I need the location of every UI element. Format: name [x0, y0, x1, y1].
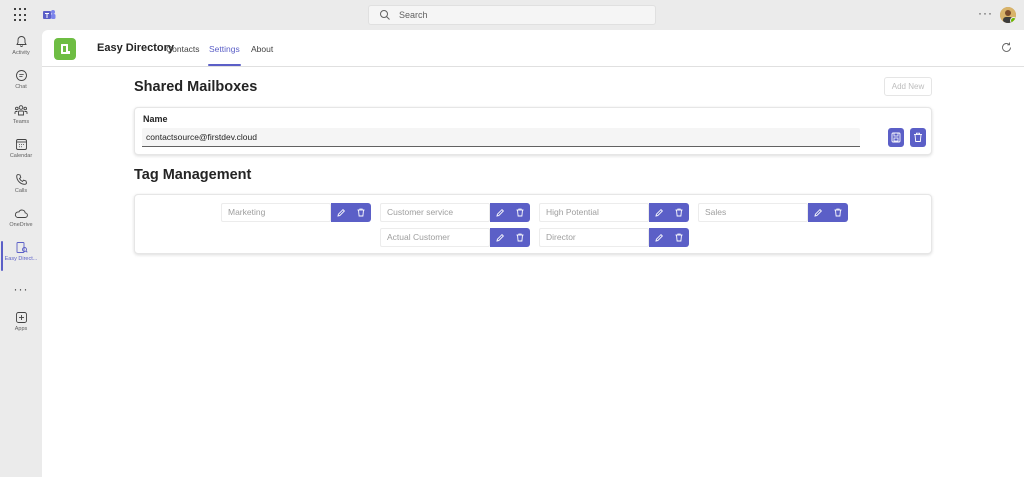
- rail-label: Calendar: [9, 153, 33, 159]
- delete-tag-button[interactable]: [351, 203, 371, 222]
- rail-item-chat[interactable]: Chat: [0, 69, 42, 101]
- search-placeholder: Search: [399, 10, 428, 20]
- more-icon: ···: [13, 282, 29, 296]
- app-logo-icon: [61, 44, 70, 54]
- rail-label: Activity: [12, 50, 30, 56]
- trash-icon: [675, 233, 683, 242]
- calendar-icon: [15, 139, 27, 150]
- name-label: Name: [143, 114, 168, 124]
- edit-tag-button[interactable]: [649, 228, 669, 247]
- rail-label: Easy Direct...: [4, 256, 38, 262]
- app-rail: Activity Chat Teams Calendar Calls OneDr…: [0, 30, 42, 477]
- edit-tag-button[interactable]: [331, 203, 351, 222]
- pencil-icon: [496, 233, 504, 242]
- pencil-icon: [814, 208, 822, 217]
- delete-mailbox-button[interactable]: [910, 128, 926, 147]
- directory-icon: [16, 242, 28, 253]
- pencil-icon: [655, 208, 663, 217]
- tab-about[interactable]: About: [251, 44, 273, 54]
- tag-management-card: Marketing Customer service High Potentia…: [134, 194, 932, 254]
- trash-icon: [516, 233, 524, 242]
- delete-tag-button[interactable]: [510, 203, 530, 222]
- tab-settings[interactable]: Settings: [209, 44, 240, 54]
- rail-label: Teams: [12, 119, 30, 125]
- pencil-icon: [337, 208, 345, 217]
- shared-mailboxes-title: Shared Mailboxes: [134, 79, 258, 95]
- delete-tag-button[interactable]: [669, 228, 689, 247]
- tag-management-title: Tag Management: [134, 167, 252, 183]
- mailbox-name-input[interactable]: [142, 128, 860, 147]
- save-mailbox-button[interactable]: [888, 128, 904, 147]
- app-header: Easy Directory Contacts Settings About: [42, 30, 1024, 67]
- trash-icon: [357, 208, 365, 217]
- main-pane: Easy Directory Contacts Settings About S…: [42, 30, 1024, 477]
- active-tab-indicator: [208, 64, 241, 66]
- phone-icon: [15, 174, 27, 185]
- search-icon: [380, 10, 390, 20]
- edit-tag-button[interactable]: [490, 228, 510, 247]
- rail-item-calls[interactable]: Calls: [0, 173, 42, 205]
- more-options-icon[interactable]: ···: [978, 7, 993, 19]
- tag-item: Actual Customer: [380, 228, 530, 247]
- easy-directory-app-icon: [54, 38, 76, 60]
- teams-icon: [14, 105, 28, 116]
- add-new-button[interactable]: Add New: [884, 77, 932, 96]
- rail-label: Chat: [15, 84, 27, 90]
- user-avatar[interactable]: [1000, 7, 1016, 23]
- tag-item: Marketing: [221, 203, 371, 222]
- trash-icon: [834, 208, 842, 217]
- app-title: Easy Directory: [97, 42, 175, 54]
- trash-icon: [914, 132, 922, 142]
- rail-label: Apps: [14, 326, 28, 332]
- rail-item-more[interactable]: ···: [0, 280, 42, 312]
- search-input[interactable]: Search: [368, 5, 656, 25]
- add-apps-icon: [15, 312, 27, 323]
- tab-contacts[interactable]: Contacts: [166, 44, 200, 54]
- app-launcher-icon[interactable]: [14, 8, 28, 22]
- trash-icon: [516, 208, 524, 217]
- pencil-icon: [655, 233, 663, 242]
- teams-logo-icon[interactable]: [42, 8, 56, 22]
- rail-item-apps[interactable]: Apps: [0, 311, 42, 343]
- tag-name-input[interactable]: Actual Customer: [380, 228, 490, 247]
- edit-tag-button[interactable]: [808, 203, 828, 222]
- save-icon: [891, 132, 901, 143]
- tag-name-input[interactable]: Customer service: [380, 203, 490, 222]
- rail-item-easy-directory[interactable]: Easy Direct...: [0, 241, 42, 273]
- pencil-icon: [496, 208, 504, 217]
- delete-tag-button[interactable]: [510, 228, 530, 247]
- tag-name-input[interactable]: Marketing: [221, 203, 331, 222]
- trash-icon: [675, 208, 683, 217]
- tag-name-input[interactable]: Sales: [698, 203, 808, 222]
- tag-name-input[interactable]: Director: [539, 228, 649, 247]
- tag-item: Director: [539, 228, 689, 247]
- bell-icon: [15, 36, 27, 47]
- presence-available-icon: [1010, 17, 1016, 23]
- rail-label: Calls: [14, 188, 28, 194]
- chat-icon: [15, 70, 27, 81]
- cloud-icon: [14, 209, 28, 218]
- rail-item-onedrive[interactable]: OneDrive: [0, 207, 42, 239]
- tag-item: High Potential: [539, 203, 689, 222]
- top-bar: Search ···: [0, 0, 1024, 30]
- delete-tag-button[interactable]: [669, 203, 689, 222]
- edit-tag-button[interactable]: [490, 203, 510, 222]
- rail-label: OneDrive: [9, 222, 33, 228]
- rail-item-activity[interactable]: Activity: [0, 35, 42, 67]
- tag-item: Customer service: [380, 203, 530, 222]
- rail-item-calendar[interactable]: Calendar: [0, 138, 42, 170]
- shared-mailbox-card: Name: [134, 107, 932, 155]
- edit-tag-button[interactable]: [649, 203, 669, 222]
- refresh-icon[interactable]: [1000, 41, 1013, 54]
- tag-name-input[interactable]: High Potential: [539, 203, 649, 222]
- tag-item: Sales: [698, 203, 848, 222]
- delete-tag-button[interactable]: [828, 203, 848, 222]
- rail-item-teams[interactable]: Teams: [0, 104, 42, 136]
